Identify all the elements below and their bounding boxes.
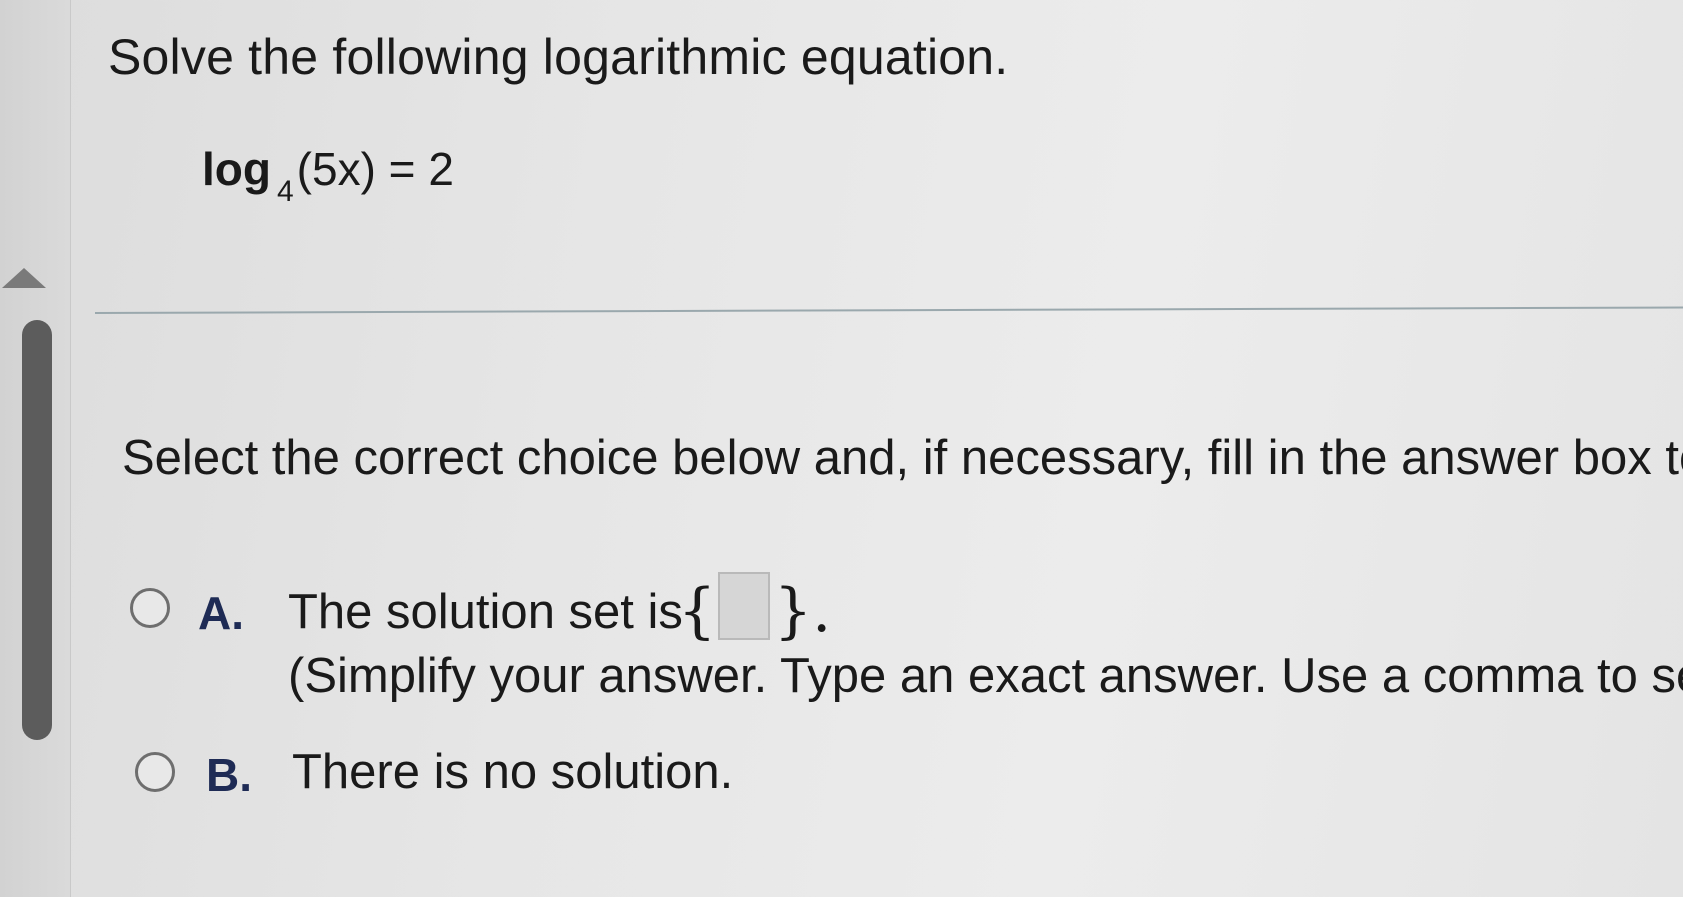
open-brace: { <box>678 576 717 646</box>
choice-b-letter: B. <box>206 749 252 801</box>
equation-expression: (5x) = 2 <box>296 143 454 195</box>
question-heading: Solve the following logarithmic equation… <box>108 29 1009 85</box>
equation-base: 4 <box>276 175 294 208</box>
answer-input[interactable] <box>718 572 770 640</box>
equation-log: log <box>202 143 271 195</box>
choice-a-hint: (Simplify your answer. Type an exact ans… <box>288 649 1683 703</box>
left-rail <box>0 0 71 897</box>
triangle-up-icon[interactable] <box>2 268 46 288</box>
choice-a-text: The solution set is <box>288 585 683 639</box>
scrollbar-thumb[interactable] <box>22 320 52 740</box>
choice-b-radio[interactable] <box>135 752 175 792</box>
choice-a-letter: A. <box>198 587 244 639</box>
instruction-text: Select the correct choice below and, if … <box>122 431 1683 485</box>
equation: log 4(5x) = 2 <box>202 142 454 208</box>
choice-a-radio[interactable] <box>130 588 170 628</box>
section-divider <box>94 306 1683 314</box>
choice-b-text: There is no solution. <box>292 745 734 799</box>
close-brace: }. <box>774 576 832 646</box>
